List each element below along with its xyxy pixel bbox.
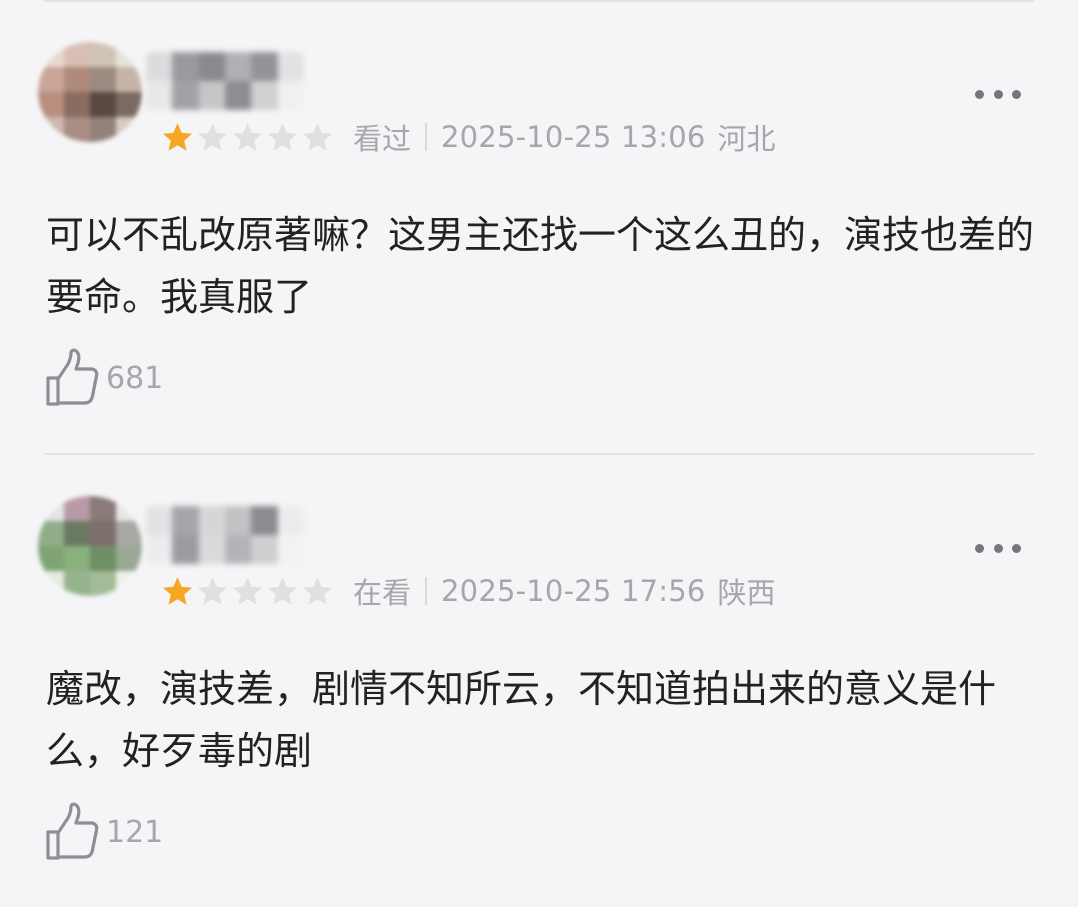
avatar[interactable] xyxy=(38,496,142,596)
like-button[interactable]: 681 xyxy=(44,348,163,408)
review-content: 魔改，演技差，剧情不知所云，不知道拍出来的意义是什么，好歹毒的剧 xyxy=(46,667,997,773)
star-rating xyxy=(160,120,335,155)
review-list: 看过 2025-10-25 13:06 河北 可以不乱改原著嘛？这男主还找一个这… xyxy=(0,0,1078,907)
avatar[interactable] xyxy=(38,42,142,142)
more-icon[interactable] xyxy=(975,540,1021,556)
like-count: 681 xyxy=(106,360,164,396)
review-datetime: 2025-10-25 13:06 xyxy=(441,120,706,154)
like-count: 121 xyxy=(106,814,164,850)
review-content: 可以不乱改原著嘛？这男主还找一个这么丑的，演技也差的要命。我真服了 xyxy=(46,213,1035,319)
meta-separator xyxy=(425,123,428,151)
star-icon xyxy=(197,122,228,151)
star-icon xyxy=(267,122,298,151)
star-rating xyxy=(160,574,335,609)
review-datetime: 2025-10-25 17:56 xyxy=(441,574,706,608)
star-icon xyxy=(232,576,263,605)
star-icon xyxy=(162,576,193,605)
star-icon xyxy=(302,122,333,151)
star-icon xyxy=(197,576,228,605)
divider xyxy=(44,453,1034,455)
star-icon xyxy=(232,122,263,151)
star-icon xyxy=(267,576,298,605)
more-icon[interactable] xyxy=(975,86,1021,102)
review-meta: 看过 2025-10-25 13:06 河北 xyxy=(160,116,776,158)
divider xyxy=(44,0,1034,2)
star-icon xyxy=(302,576,333,605)
meta-separator xyxy=(425,577,428,605)
username-blurred[interactable] xyxy=(146,52,304,110)
like-button[interactable]: 121 xyxy=(44,802,163,862)
username-blurred[interactable] xyxy=(146,506,304,564)
review-region: 陕西 xyxy=(717,576,776,610)
review-meta: 在看 2025-10-25 17:56 陕西 xyxy=(160,570,776,612)
watch-status: 看过 xyxy=(353,122,412,156)
star-icon xyxy=(162,122,193,151)
thumbs-up-icon xyxy=(46,802,99,860)
review-region: 河北 xyxy=(717,122,776,156)
watch-status: 在看 xyxy=(353,576,412,610)
thumbs-up-icon xyxy=(46,348,99,406)
